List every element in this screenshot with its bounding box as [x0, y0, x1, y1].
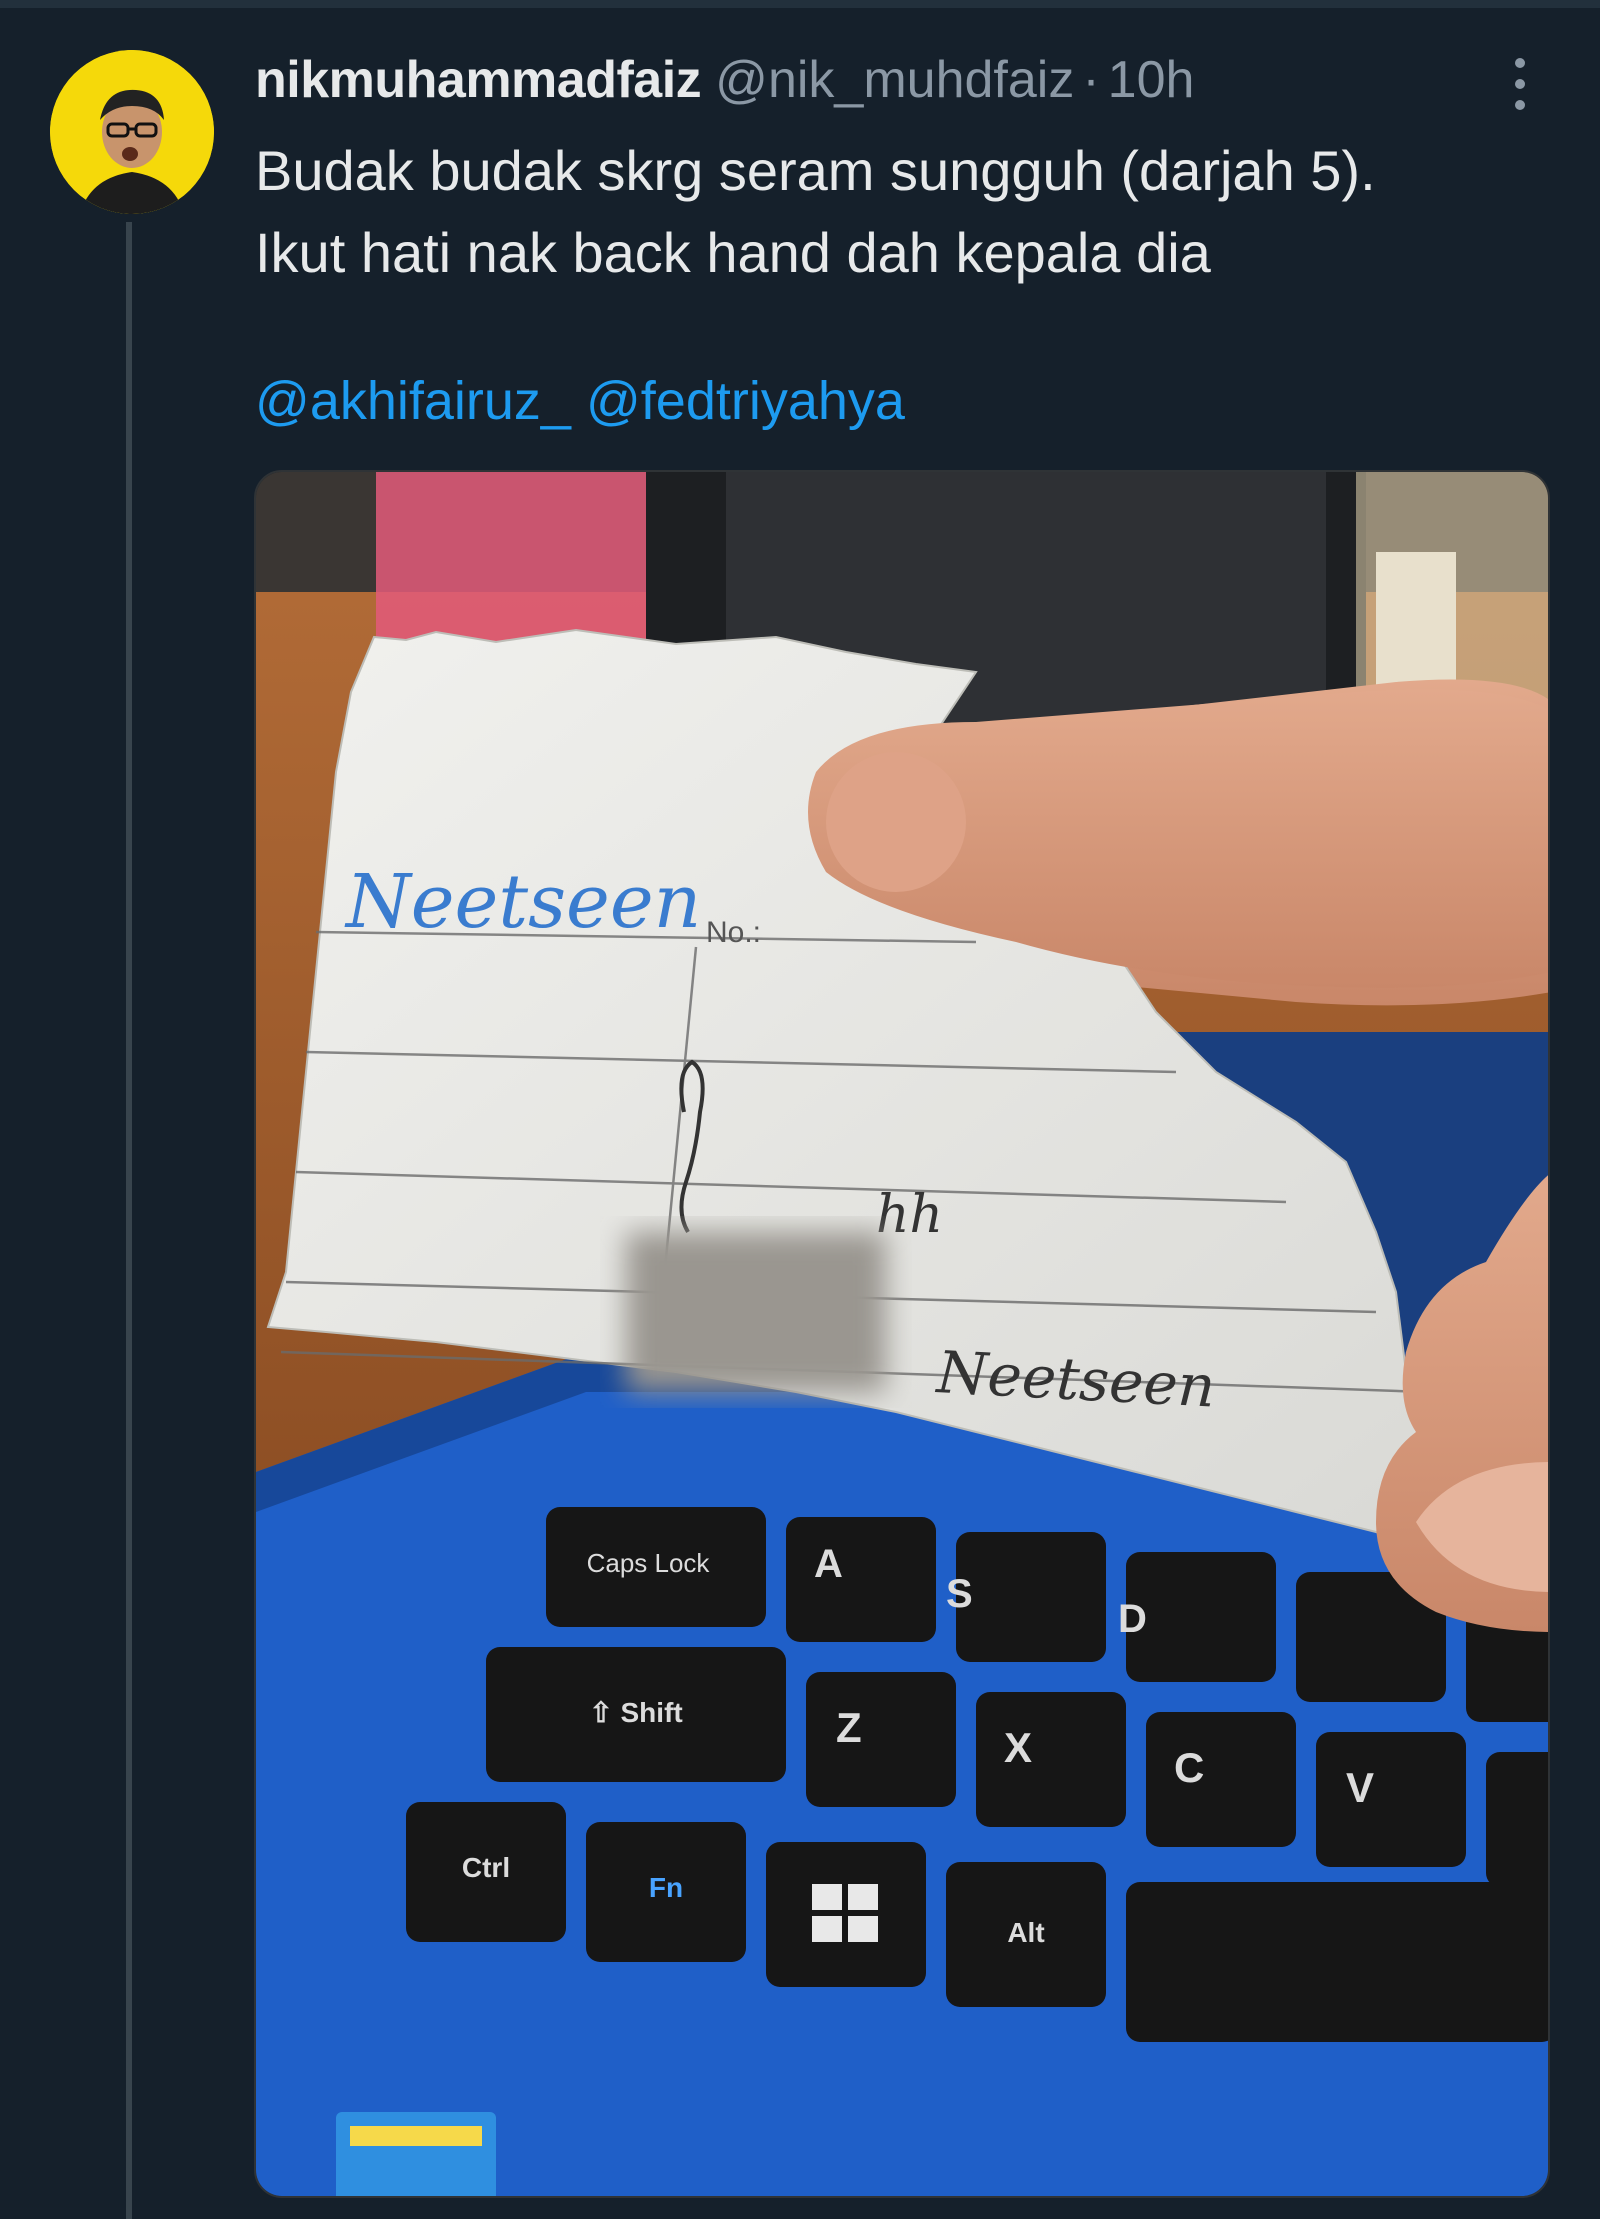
key-ctrl: Ctrl [406, 1802, 566, 1942]
paper-scribble-top: Neetseen [344, 859, 701, 945]
svg-text:Ctrl: Ctrl [462, 1852, 510, 1883]
mention-link[interactable]: @akhifairuz_ [255, 371, 571, 431]
key-s: S [946, 1532, 1106, 1662]
svg-text:D: D [1118, 1597, 1147, 1641]
svg-text:X: X [1004, 1724, 1032, 1771]
more-vertical-icon[interactable] [1500, 54, 1540, 114]
svg-text:Z: Z [836, 1704, 862, 1751]
key-z: Z [806, 1672, 956, 1807]
svg-text:V: V [1346, 1764, 1374, 1811]
paper-handwriting-mid: hh [876, 1185, 943, 1245]
display-name[interactable]: nikmuhammadfaiz [255, 50, 702, 110]
mention-link[interactable]: @fedtriyahya [586, 371, 905, 431]
key-d: D [1118, 1552, 1276, 1682]
mentions: @akhifairuz_ @fedtriyahya [255, 370, 905, 432]
tweet-photo[interactable]: Caps Lock A S D ⇧ Shift Z X C V Ctrl Fn … [254, 470, 1550, 2198]
key-c: C [1146, 1712, 1296, 1847]
key-fn: Fn [586, 1822, 746, 1962]
user-handle[interactable]: @nik_muhdfaiz [715, 50, 1074, 110]
tweet-text-line: Ikut hati nak back hand dah kepala dia [255, 221, 1211, 284]
svg-text:Fn: Fn [649, 1872, 683, 1903]
key-a: A [786, 1517, 936, 1642]
tweet-text-line: Budak budak skrg seram sungguh (darjah 5… [255, 139, 1376, 202]
key-alt: Alt [946, 1862, 1106, 2007]
timestamp[interactable]: 10h [1108, 50, 1195, 110]
svg-text:C: C [1174, 1744, 1204, 1791]
svg-text:Alt: Alt [1007, 1917, 1044, 1948]
avatar-image [50, 50, 214, 214]
key-caps-lock: Caps Lock [546, 1507, 766, 1627]
key-windows [766, 1842, 926, 1987]
avatar[interactable] [50, 50, 214, 214]
svg-text:A: A [814, 1542, 843, 1586]
key-shift: ⇧ Shift [486, 1647, 786, 1782]
separator-dot: · [1082, 51, 1100, 109]
intel-sticker [336, 2112, 496, 2196]
paper-no-label: No.: [706, 916, 761, 949]
svg-text:⇧ Shift: ⇧ Shift [589, 1697, 682, 1728]
thread-line [126, 222, 132, 2219]
top-divider [0, 0, 1600, 8]
tweet-text: Budak budak skrg seram sungguh (darjah 5… [255, 130, 1555, 294]
photo-image: Caps Lock A S D ⇧ Shift Z X C V Ctrl Fn … [256, 472, 1548, 2196]
svg-text:Caps Lock: Caps Lock [587, 1548, 711, 1578]
key-x: X [976, 1692, 1126, 1827]
key-v: V [1316, 1732, 1466, 1867]
svg-text:S: S [946, 1572, 973, 1616]
blurred-area [626, 1232, 886, 1392]
tweet-header: nikmuhammadfaiz @nik_muhdfaiz · 10h [255, 50, 1194, 114]
